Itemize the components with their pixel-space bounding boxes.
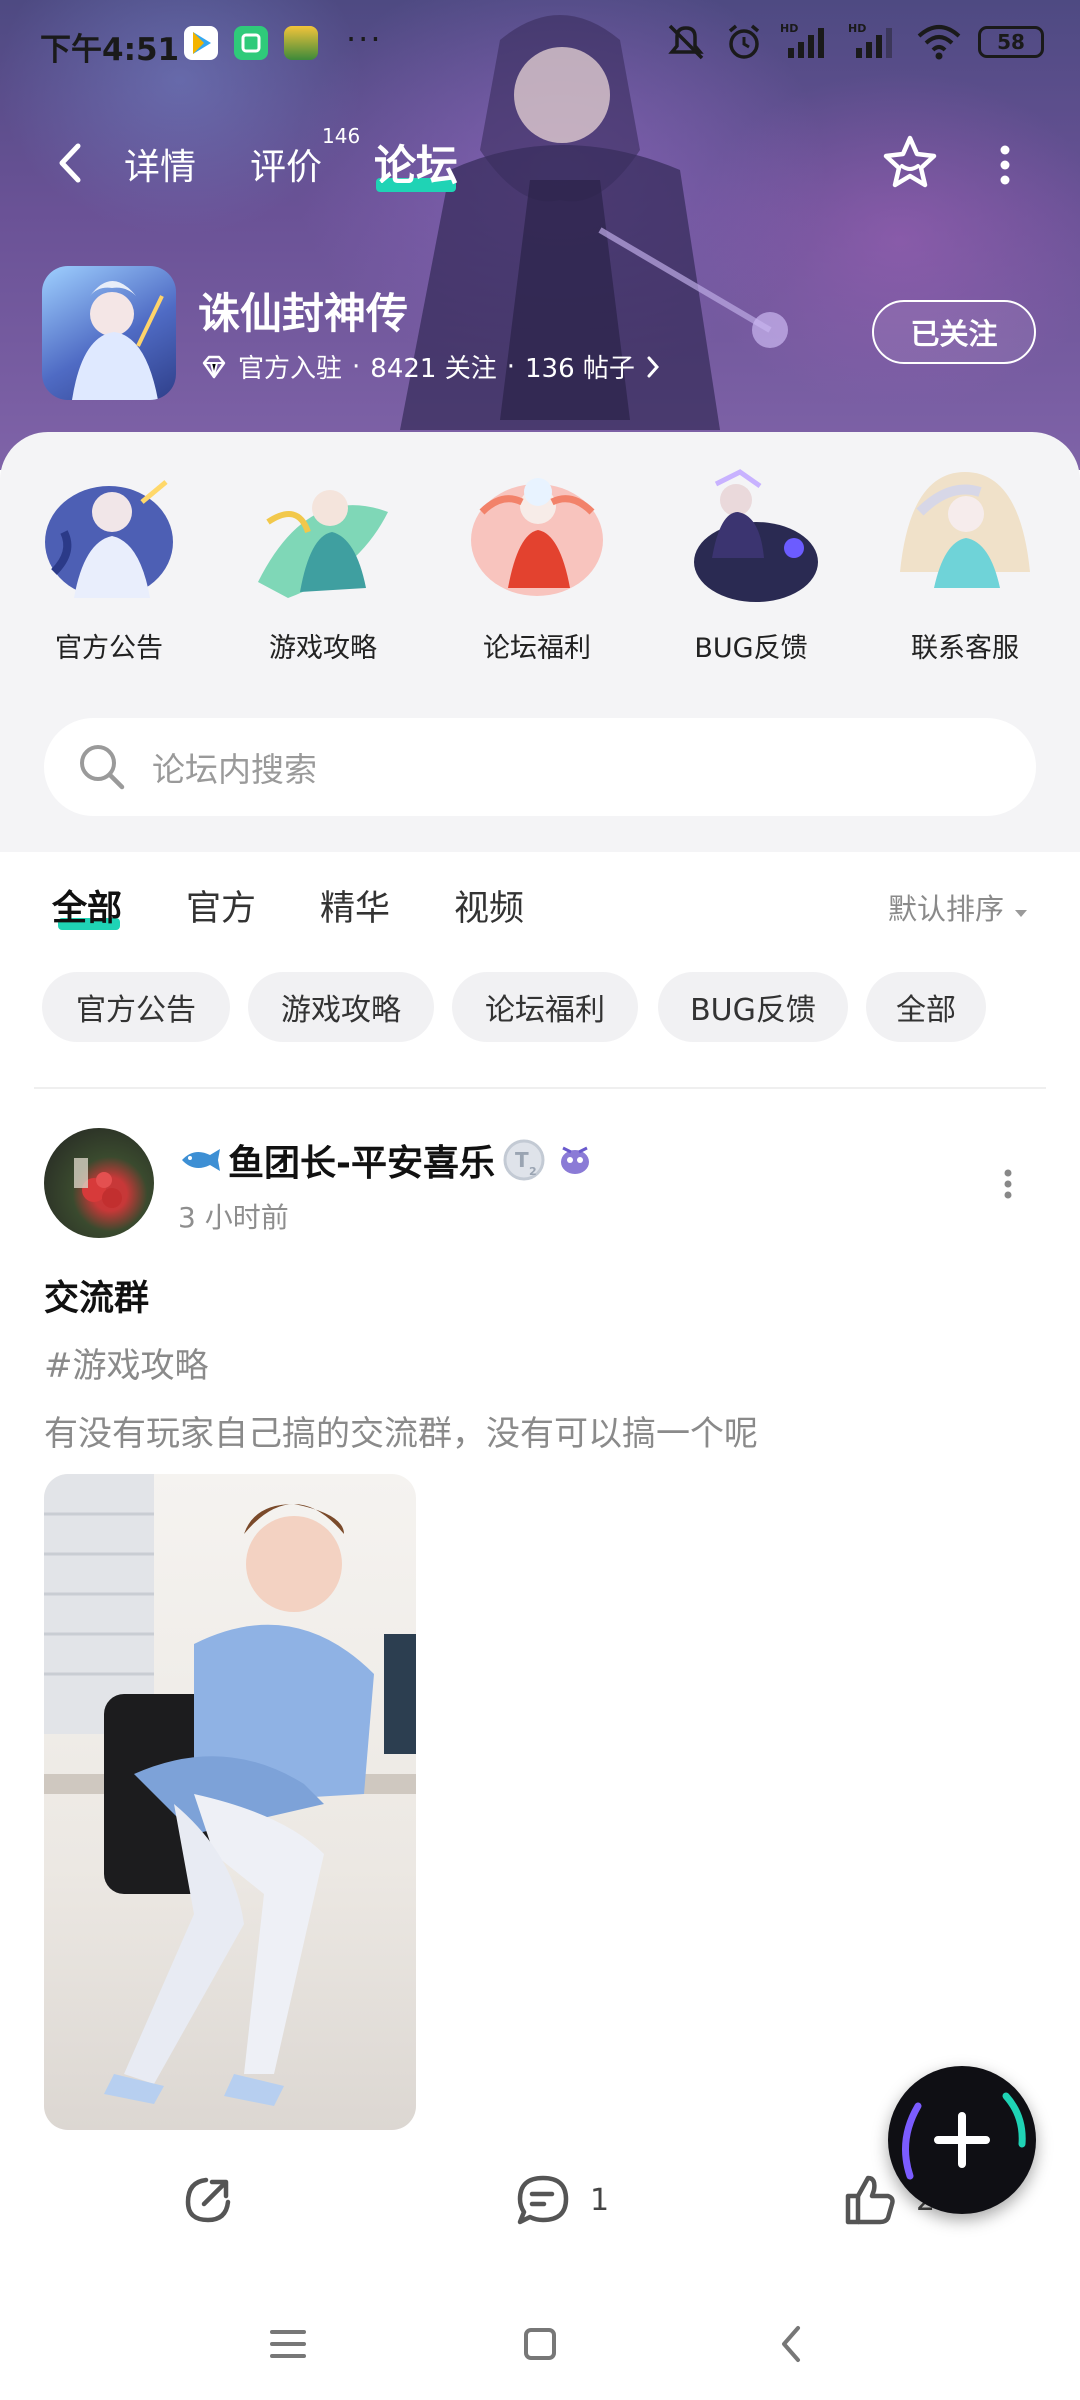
tab-forum[interactable]: 论坛 xyxy=(374,132,458,193)
more-vertical-icon[interactable] xyxy=(996,1166,1020,1202)
system-navigation-bar xyxy=(0,2286,1080,2400)
official-label: 官方入驻 xyxy=(238,354,343,384)
home-icon[interactable] xyxy=(510,2314,570,2374)
filter-tab-video[interactable]: 视频 xyxy=(454,880,524,931)
svg-text:HD: HD xyxy=(780,22,798,35)
level-badge-icon: T2 xyxy=(503,1139,545,1181)
svg-text:2: 2 xyxy=(529,1165,537,1178)
sort-dropdown[interactable]: 默认排序 xyxy=(888,886,1029,928)
top-nav: 详情 评价 146 论坛 xyxy=(0,120,1080,210)
category-label: 联系客服 xyxy=(911,633,1019,664)
post-title[interactable]: 交流群 xyxy=(44,1270,149,1321)
post-topic-tag[interactable]: #游戏攻略 xyxy=(44,1338,209,1387)
search-input[interactable]: 论坛内搜索 xyxy=(152,743,317,791)
game-app-icon-large[interactable] xyxy=(42,266,176,400)
signal-hd-icon: HD xyxy=(780,22,824,58)
filter-tab-official[interactable]: 官方 xyxy=(186,880,256,931)
battery-icon: 58 xyxy=(978,26,1044,58)
game-app-icon xyxy=(284,26,318,60)
post-timestamp: 3 小时前 xyxy=(178,1201,289,1234)
post-image[interactable] xyxy=(44,1474,416,2130)
author-name: 鱼团长-平安喜乐 xyxy=(228,1143,495,1184)
fish-icon xyxy=(182,1149,220,1171)
svg-text:HD: HD xyxy=(848,22,866,35)
more-notifications-icon: ··· xyxy=(346,20,383,58)
category-game-guide[interactable]: 游戏攻略 xyxy=(238,462,408,665)
forum-categories-panel: 官方公告 游戏攻略 论坛福利 BUG反馈 联系客服 论坛内搜索 xyxy=(0,432,1080,852)
followers-count: 8421 关注 xyxy=(370,354,497,384)
meta-separator: · xyxy=(506,351,515,382)
star-favorite-icon[interactable] xyxy=(880,132,940,192)
shield-app-icon xyxy=(234,26,268,60)
reviews-count-badge: 146 xyxy=(322,124,361,148)
mascot-badge-icon xyxy=(560,1146,589,1174)
category-art-icon xyxy=(471,478,603,596)
category-customer-service[interactable]: 联系客服 xyxy=(880,462,1050,665)
status-time: 下午4:51 xyxy=(40,32,180,68)
mute-icon xyxy=(668,24,704,60)
signal-hd-icon: HD xyxy=(848,22,892,58)
chevron-right-icon[interactable] xyxy=(645,354,661,380)
more-vertical-icon[interactable] xyxy=(990,140,1020,190)
category-art-icon xyxy=(45,480,173,598)
category-art-icon xyxy=(694,469,818,602)
game-meta: 官方入驻 · 8421 关注 · 136 帖子 xyxy=(200,348,661,385)
category-label: 官方公告 xyxy=(55,633,163,664)
category-label: BUG反馈 xyxy=(694,633,808,664)
category-forum-welfare[interactable]: 论坛福利 xyxy=(452,462,622,665)
fab-ring-decoration xyxy=(902,2092,1026,2180)
posts-count[interactable]: 136 帖子 xyxy=(525,348,635,385)
category-bug-feedback[interactable]: BUG反馈 xyxy=(666,462,836,665)
chip-forum-welfare[interactable]: 论坛福利 xyxy=(452,972,638,1042)
filter-tab-all[interactable]: 全部 xyxy=(52,880,122,931)
post-body[interactable]: 有没有玩家自己搞的交流群，没有可以搞一个呢 xyxy=(44,1406,758,1455)
game-title: 诛仙封神传 xyxy=(198,289,409,338)
following-button[interactable]: 已关注 xyxy=(872,300,1036,364)
menu-icon[interactable] xyxy=(258,2314,318,2374)
share-icon xyxy=(185,2177,231,2223)
category-label: 论坛福利 xyxy=(483,633,591,664)
comment-count: 1 xyxy=(590,2182,610,2218)
category-art-icon xyxy=(900,472,1030,588)
avatar[interactable] xyxy=(44,1128,154,1238)
back-nav-icon[interactable] xyxy=(762,2314,822,2374)
sort-label: 默认排序 xyxy=(888,892,1005,926)
chip-bug-feedback[interactable]: BUG反馈 xyxy=(658,972,848,1042)
tab-reviews[interactable]: 评价 xyxy=(250,138,322,190)
tab-details[interactable]: 详情 xyxy=(124,138,196,190)
divider xyxy=(34,1087,1046,1089)
status-bar: 下午4:51 ··· HD HD 58 xyxy=(0,0,1080,92)
alarm-icon xyxy=(728,24,760,59)
wifi-icon xyxy=(917,25,961,60)
svg-text:T: T xyxy=(515,1148,529,1172)
chip-all[interactable]: 全部 xyxy=(866,972,986,1042)
category-label: 游戏攻略 xyxy=(269,633,377,664)
chip-game-guide[interactable]: 游戏攻略 xyxy=(248,972,434,1042)
comment-button[interactable]: 1 xyxy=(514,2172,609,2228)
category-art-icon xyxy=(258,490,388,598)
comment-icon xyxy=(517,2175,569,2225)
share-button[interactable] xyxy=(180,2172,236,2228)
create-post-button[interactable] xyxy=(888,2066,1036,2214)
post-author[interactable]: 鱼团长-平安喜乐 T2 xyxy=(178,1134,597,1186)
forum-search-bar[interactable]: 论坛内搜索 xyxy=(44,718,1036,816)
back-icon[interactable] xyxy=(50,138,90,188)
caret-down-icon xyxy=(1015,910,1028,917)
meta-separator: · xyxy=(352,351,361,382)
verified-diamond-icon xyxy=(202,355,226,378)
category-official-announcement[interactable]: 官方公告 xyxy=(24,462,194,665)
search-icon xyxy=(80,745,125,790)
filter-tab-featured[interactable]: 精华 xyxy=(320,880,390,931)
forum-header-banner: 下午4:51 ··· HD HD 58 详情 评价 146 论坛 诛仙封神传 官… xyxy=(0,0,1080,470)
play-store-icon xyxy=(184,26,218,60)
chip-official-announcement[interactable]: 官方公告 xyxy=(42,972,230,1042)
